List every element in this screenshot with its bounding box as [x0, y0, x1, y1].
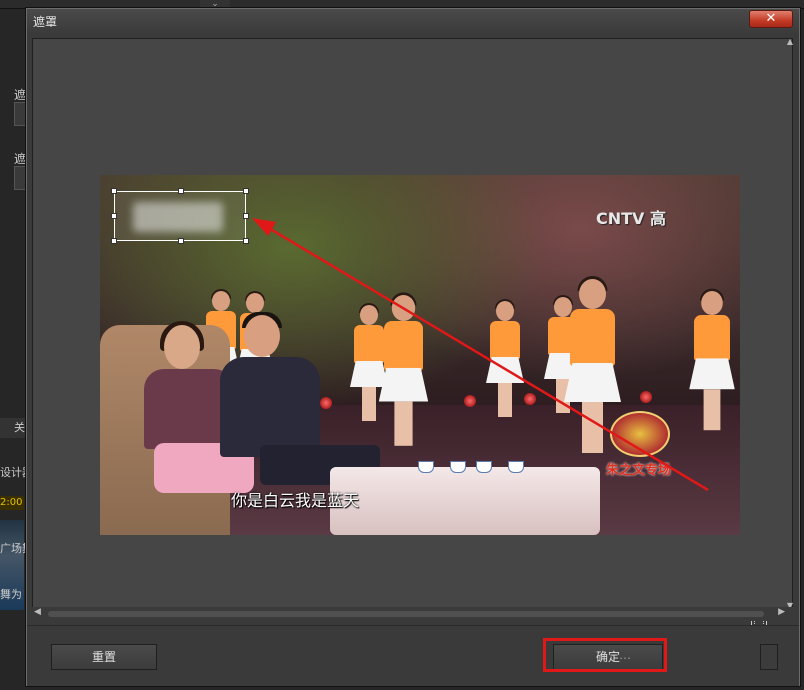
tea-cup	[476, 461, 492, 473]
resize-handle[interactable]	[178, 188, 184, 194]
cancel-button[interactable]	[760, 644, 778, 670]
channel-logo: CNTV 高	[596, 209, 667, 228]
dialog-title: 遮罩	[33, 15, 58, 29]
video-frame[interactable]: CNTV 高 朱之文专场 你是白云我是蓝天	[100, 175, 740, 535]
stage-light	[524, 393, 536, 405]
chevron-down-icon[interactable]: ⌄	[200, 0, 230, 9]
video-subtitle: 你是白云我是蓝天	[231, 491, 360, 510]
background-time: 2:00	[0, 496, 24, 510]
show-logo: 朱之文专场	[600, 411, 680, 481]
resize-handle[interactable]	[111, 238, 117, 244]
close-icon: ✕	[765, 11, 777, 26]
background-text: 舞为	[0, 588, 22, 601]
dialog-titlebar[interactable]: 遮罩 ✕	[27, 9, 799, 33]
background-label: 遮	[14, 152, 27, 166]
stage-light	[640, 391, 652, 403]
tea-table	[330, 467, 600, 535]
dialog-footer: 重置 确定 …	[27, 625, 799, 686]
resize-handle[interactable]	[243, 188, 249, 194]
stage-light	[464, 395, 476, 407]
scroll-left-icon[interactable]: ◀	[34, 607, 41, 617]
mask-dialog: 遮罩 ✕ CNTV 高 朱之文专场 你是白云我是蓝天 ▲ ▼ ◀ ▶ 重置 确定…	[26, 8, 800, 686]
mask-selection-box[interactable]	[111, 188, 249, 244]
mosaic-blur	[133, 202, 223, 232]
scrollbar-track[interactable]	[48, 611, 764, 617]
vertical-scrollbar[interactable]: ▲ ▼	[787, 37, 799, 617]
scroll-right-icon[interactable]: ▶	[778, 607, 785, 617]
resize-handle[interactable]	[243, 213, 249, 219]
resize-handle[interactable]	[178, 238, 184, 244]
reset-button[interactable]: 重置	[51, 644, 157, 670]
close-button[interactable]: ✕	[749, 10, 793, 28]
host-man	[220, 312, 380, 515]
resize-handle[interactable]	[111, 213, 117, 219]
horizontal-scrollbar[interactable]: ◀ ▶	[32, 607, 793, 621]
background-tab[interactable]: 关	[0, 418, 28, 438]
show-logo-badge	[610, 411, 670, 457]
resize-handle[interactable]	[243, 238, 249, 244]
tea-cup	[450, 461, 466, 473]
tea-cup	[418, 461, 434, 473]
tea-cup	[508, 461, 524, 473]
background-label: 遮	[14, 88, 27, 102]
resize-handle[interactable]	[111, 188, 117, 194]
show-logo-text: 朱之文专场	[606, 463, 672, 478]
preview-canvas[interactable]: CNTV 高 朱之文专场 你是白云我是蓝天	[32, 38, 793, 629]
ok-button-highlight	[543, 638, 667, 672]
scroll-up-icon[interactable]: ▲	[783, 37, 797, 51]
